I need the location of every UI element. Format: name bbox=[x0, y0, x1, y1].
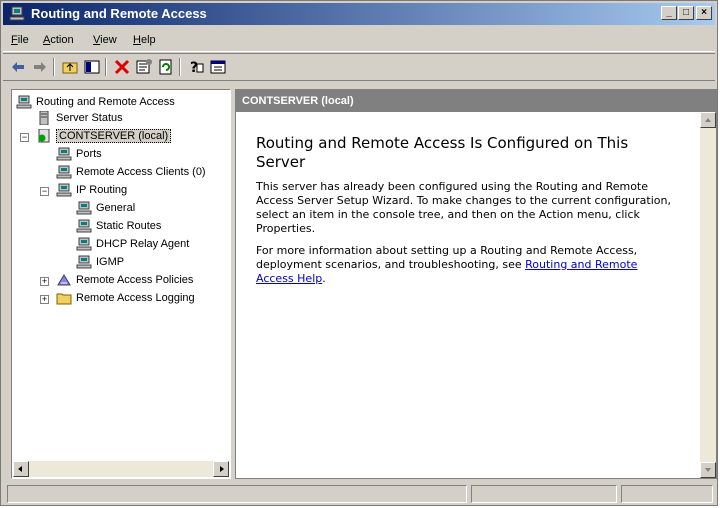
expand-logging-expander[interactable]: + bbox=[40, 295, 49, 304]
title-bar[interactable]: Routing and Remote Access _ □ × bbox=[3, 3, 715, 25]
tree-item-server[interactable]: CONTSERVER (local) bbox=[36, 128, 172, 144]
tree-item-igmp[interactable]: IGMP bbox=[76, 254, 124, 270]
maximize-button[interactable]: □ bbox=[678, 6, 694, 20]
expand-policies-expander[interactable]: + bbox=[40, 277, 49, 286]
scroll-up-button[interactable] bbox=[700, 112, 716, 128]
arrow-left-icon bbox=[18, 466, 22, 472]
arrow-right-icon bbox=[220, 466, 224, 472]
up-folder-icon[interactable] bbox=[61, 58, 79, 76]
toolbar-separator bbox=[105, 58, 107, 76]
delete-icon[interactable] bbox=[113, 58, 131, 76]
console-tree[interactable]: Routing and Remote Access Server Status … bbox=[11, 89, 231, 479]
tree-item-policies[interactable]: Remote Access Policies bbox=[56, 272, 193, 288]
tree-item-dhcp-relay[interactable]: DHCP Relay Agent bbox=[76, 236, 189, 252]
static-routes-icon bbox=[76, 219, 92, 233]
tree-horizontal-scrollbar[interactable] bbox=[13, 461, 229, 477]
tree-item-logging[interactable]: Remote Access Logging bbox=[56, 290, 195, 306]
folder-icon bbox=[56, 293, 72, 305]
window-title: Routing and Remote Access bbox=[31, 6, 207, 21]
policies-icon bbox=[57, 274, 71, 286]
arrow-up-icon bbox=[705, 118, 711, 122]
tree-item-root[interactable]: Routing and Remote Access bbox=[16, 94, 175, 110]
clients-icon bbox=[56, 165, 72, 179]
properties-icon[interactable] bbox=[135, 58, 153, 76]
result-content: Routing and Remote Access Is Configured … bbox=[256, 134, 676, 294]
general-icon bbox=[76, 201, 92, 215]
back-icon[interactable] bbox=[9, 58, 27, 76]
collapse-ip-routing-expander[interactable]: − bbox=[40, 187, 49, 196]
scroll-left-button[interactable] bbox=[13, 461, 29, 477]
app-window: Routing and Remote Access _ □ × File Act… bbox=[0, 0, 718, 506]
dhcp-relay-icon bbox=[76, 237, 92, 251]
toolbar: ? bbox=[3, 53, 715, 81]
menu-view[interactable]: View bbox=[93, 34, 117, 46]
menu-file[interactable]: File bbox=[11, 34, 29, 46]
result-pane-header: CONTSERVER (local) bbox=[236, 90, 716, 112]
status-bar bbox=[7, 485, 713, 503]
igmp-icon bbox=[76, 255, 92, 269]
menu-help[interactable]: Help bbox=[133, 34, 156, 46]
result-paragraph-2: For more information about setting up a … bbox=[256, 244, 638, 285]
server-status-icon bbox=[39, 111, 49, 126]
help-icon[interactable]: ? bbox=[187, 58, 205, 76]
minimize-button[interactable]: _ bbox=[661, 6, 677, 20]
console-icon[interactable] bbox=[209, 58, 227, 76]
arrow-down-icon bbox=[705, 468, 711, 472]
server-icon bbox=[16, 95, 32, 109]
show-hide-tree-icon[interactable] bbox=[83, 58, 101, 76]
tree-item-static-routes[interactable]: Static Routes bbox=[76, 218, 161, 234]
menu-bar: File Action View Help bbox=[3, 29, 715, 52]
tree-item-ip-routing[interactable]: IP Routing bbox=[56, 182, 127, 198]
status-cell-1 bbox=[7, 485, 467, 503]
app-icon bbox=[9, 6, 25, 21]
result-vertical-scrollbar[interactable] bbox=[700, 112, 716, 478]
result-heading: Routing and Remote Access Is Configured … bbox=[256, 134, 629, 171]
result-pane: CONTSERVER (local) Routing and Remote Ac… bbox=[235, 89, 717, 479]
scroll-right-button[interactable] bbox=[213, 461, 229, 477]
status-cell-2 bbox=[471, 485, 617, 503]
scroll-down-button[interactable] bbox=[700, 462, 716, 478]
toolbar-separator bbox=[53, 58, 55, 76]
menu-action[interactable]: Action bbox=[43, 34, 74, 46]
ip-routing-icon bbox=[56, 183, 72, 197]
refresh-icon[interactable] bbox=[157, 58, 175, 76]
tree-item-clients[interactable]: Remote Access Clients (0) bbox=[56, 164, 206, 180]
result-paragraph-1: This server has already been configured … bbox=[256, 180, 671, 235]
tree-item-server-status[interactable]: Server Status bbox=[36, 110, 123, 126]
forward-icon[interactable] bbox=[31, 58, 49, 76]
close-button[interactable]: × bbox=[696, 6, 712, 20]
tree-item-general[interactable]: General bbox=[76, 200, 135, 216]
status-cell-3 bbox=[621, 485, 713, 503]
toolbar-separator bbox=[179, 58, 181, 76]
server-running-icon bbox=[38, 129, 50, 143]
tree-item-ports[interactable]: Ports bbox=[56, 146, 102, 162]
collapse-server-expander[interactable]: − bbox=[20, 133, 29, 142]
ports-icon bbox=[56, 147, 72, 161]
